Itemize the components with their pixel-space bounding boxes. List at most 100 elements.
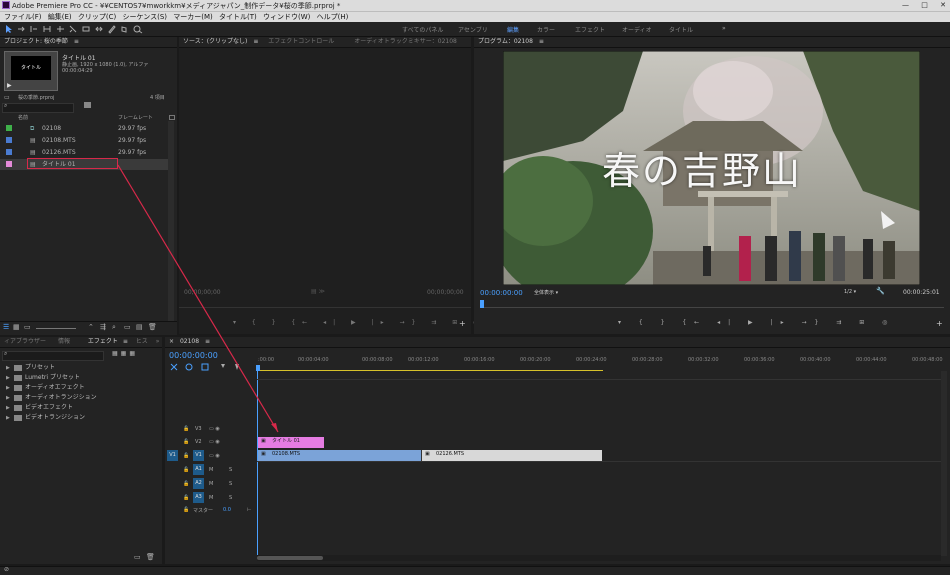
- track-v1-toggles[interactable]: ▭ ◉: [209, 453, 220, 459]
- menu-sequence[interactable]: シーケンス(S): [122, 13, 167, 21]
- minimize-button[interactable]: —: [902, 1, 909, 9]
- track-v1-target[interactable]: V1: [193, 450, 204, 461]
- tab-effect-controls[interactable]: エフェクトコントロール: [268, 38, 334, 45]
- timeline-timecode[interactable]: 00:00:00:00: [169, 351, 218, 360]
- fit-dropdown[interactable]: 全体表示 ▾: [534, 289, 558, 296]
- tool-icons[interactable]: [4, 24, 154, 34]
- track-a1-target[interactable]: A1: [193, 464, 204, 475]
- track-a3-solo[interactable]: S: [229, 495, 232, 501]
- new-bin-icon[interactable]: ▭: [134, 553, 141, 561]
- menu-file[interactable]: ファイル(F): [4, 13, 42, 21]
- expand-triangle-icon[interactable]: ▶: [6, 373, 10, 383]
- project-scrollbar[interactable]: [168, 121, 174, 321]
- timeline-hscrollbar[interactable]: [257, 555, 941, 561]
- automate-icon[interactable]: ⇶: [100, 323, 106, 331]
- new-bin-icon[interactable]: ▭: [124, 323, 131, 331]
- lock-icon[interactable]: 🔓: [183, 507, 189, 513]
- playhead-marker[interactable]: [480, 300, 484, 308]
- sort-icon[interactable]: ⌃: [88, 323, 94, 331]
- new-bin-icon[interactable]: [84, 102, 91, 108]
- tab-source[interactable]: ソース：(クリップなし): [183, 38, 247, 45]
- menu-title[interactable]: タイトル(T): [219, 13, 257, 21]
- tab-effects[interactable]: エフェクト: [88, 338, 118, 345]
- video-clip[interactable]: 02126.MTS: [422, 450, 602, 461]
- timeline-tools[interactable]: [169, 362, 249, 372]
- lock-icon[interactable]: 🔓: [183, 467, 189, 473]
- track-v3-toggles[interactable]: ▭ ◉: [209, 426, 220, 432]
- accelerated-effects-icons[interactable]: ▦▦▦: [112, 350, 138, 357]
- track-v2-label[interactable]: V2: [195, 439, 202, 445]
- icon-view-icon[interactable]: ▦: [13, 323, 20, 331]
- button-editor-icon[interactable]: +: [936, 319, 943, 328]
- freeform-view-icon[interactable]: ▭: [24, 323, 31, 331]
- effects-folder[interactable]: ▶ プリセット: [0, 363, 160, 373]
- workspace-all-panels[interactable]: すべてのパネル: [402, 25, 443, 34]
- effects-search-input[interactable]: [2, 351, 104, 361]
- master-end-icon[interactable]: ⊢: [247, 507, 251, 513]
- track-a1-mute[interactable]: M: [209, 467, 213, 473]
- menu-edit[interactable]: 編集(E): [48, 13, 72, 21]
- column-settings-icon[interactable]: [169, 115, 175, 120]
- resolution-dropdown[interactable]: 1/2 ▾: [844, 289, 856, 295]
- source-settings-icon[interactable]: ▤ ≫: [311, 288, 325, 295]
- expand-triangle-icon[interactable]: ▶: [6, 403, 10, 413]
- panel-overflow-icon[interactable]: »: [156, 338, 160, 345]
- panel-menu-icon[interactable]: ≡: [74, 38, 79, 45]
- track-v2-toggles[interactable]: ▭ ◉: [209, 439, 220, 445]
- track-a3-target[interactable]: A3: [193, 492, 204, 503]
- play-icon[interactable]: ▶: [7, 82, 12, 89]
- panel-menu-icon[interactable]: ≡: [539, 38, 544, 45]
- expand-triangle-icon[interactable]: ▶: [6, 363, 10, 373]
- source-patch-v1[interactable]: V1: [167, 450, 178, 461]
- close-button[interactable]: ✕: [940, 1, 946, 9]
- project-item[interactable]: ▤ 02126.MTS 29.97 fps: [0, 147, 170, 158]
- tab-program[interactable]: プログラム：02108: [478, 38, 533, 45]
- expand-triangle-icon[interactable]: ▶: [6, 393, 10, 403]
- tab-info[interactable]: 情報: [58, 338, 70, 345]
- lock-icon[interactable]: 🔓: [183, 495, 189, 501]
- source-transport-controls[interactable]: ▾ { } {← ◂| ▶ |▸ →} ⇉ ⊞ ◎: [233, 319, 485, 326]
- lock-icon[interactable]: 🔓: [183, 453, 189, 459]
- workspace-audio[interactable]: オーディオ: [622, 25, 652, 34]
- trash-icon[interactable]: 🗑: [146, 553, 155, 561]
- button-editor-icon[interactable]: +: [459, 319, 466, 328]
- expand-triangle-icon[interactable]: ▶: [6, 413, 10, 423]
- track-a3-mute[interactable]: M: [209, 495, 213, 501]
- scrollbar-thumb[interactable]: [257, 556, 323, 560]
- close-icon[interactable]: ×: [169, 338, 174, 345]
- label-color-swatch[interactable]: [6, 125, 12, 131]
- timeline-ruler[interactable]: :00:00 00:00:04:00 00:00:08:00 00:00:12:…: [258, 357, 948, 369]
- title-clip[interactable]: タイトル 01: [258, 437, 324, 448]
- menu-marker[interactable]: マーカー(M): [173, 13, 213, 21]
- source-timecode-in[interactable]: 00;00;00;00: [184, 289, 221, 296]
- program-timebar[interactable]: [480, 300, 944, 308]
- maximize-button[interactable]: □: [921, 1, 928, 9]
- panel-menu-icon[interactable]: ≡: [123, 338, 128, 345]
- track-v3-label[interactable]: V3: [195, 426, 202, 432]
- workspace-color[interactable]: カラー: [537, 25, 555, 34]
- timeline-vscrollbar[interactable]: [941, 371, 947, 556]
- menu-clip[interactable]: クリップ(C): [78, 13, 116, 21]
- work-area-bar[interactable]: [258, 370, 603, 371]
- menu-window[interactable]: ウィンドウ(W): [263, 13, 310, 21]
- workspace-effects[interactable]: エフェクト: [575, 25, 605, 34]
- trash-icon[interactable]: 🗑: [148, 323, 157, 331]
- track-a2-mute[interactable]: M: [209, 481, 213, 487]
- lock-icon[interactable]: 🔓: [183, 439, 189, 445]
- project-item[interactable]: ▤ 02108.MTS 29.97 fps: [0, 135, 170, 146]
- tab-audio-mixer[interactable]: オーディオトラックミキサー：02108: [354, 38, 457, 45]
- menu-help[interactable]: ヘルプ(H): [317, 13, 349, 21]
- column-fps-header[interactable]: フレームレート: [118, 114, 153, 121]
- lock-icon[interactable]: 🔓: [183, 426, 189, 432]
- column-name-header[interactable]: 名前: [18, 114, 28, 121]
- panel-menu-icon[interactable]: ≡: [253, 38, 258, 45]
- label-color-swatch[interactable]: [6, 161, 12, 167]
- track-a2-target[interactable]: A2: [193, 478, 204, 489]
- tab-history[interactable]: ヒス: [136, 338, 148, 345]
- track-a2-solo[interactable]: S: [229, 481, 232, 487]
- label-color-swatch[interactable]: [6, 149, 12, 155]
- tab-sequence[interactable]: 02108: [180, 338, 199, 345]
- program-timecode[interactable]: 00:00:00:00: [480, 289, 523, 297]
- find-icon[interactable]: ⌕: [112, 323, 116, 332]
- zoom-slider[interactable]: [36, 328, 76, 329]
